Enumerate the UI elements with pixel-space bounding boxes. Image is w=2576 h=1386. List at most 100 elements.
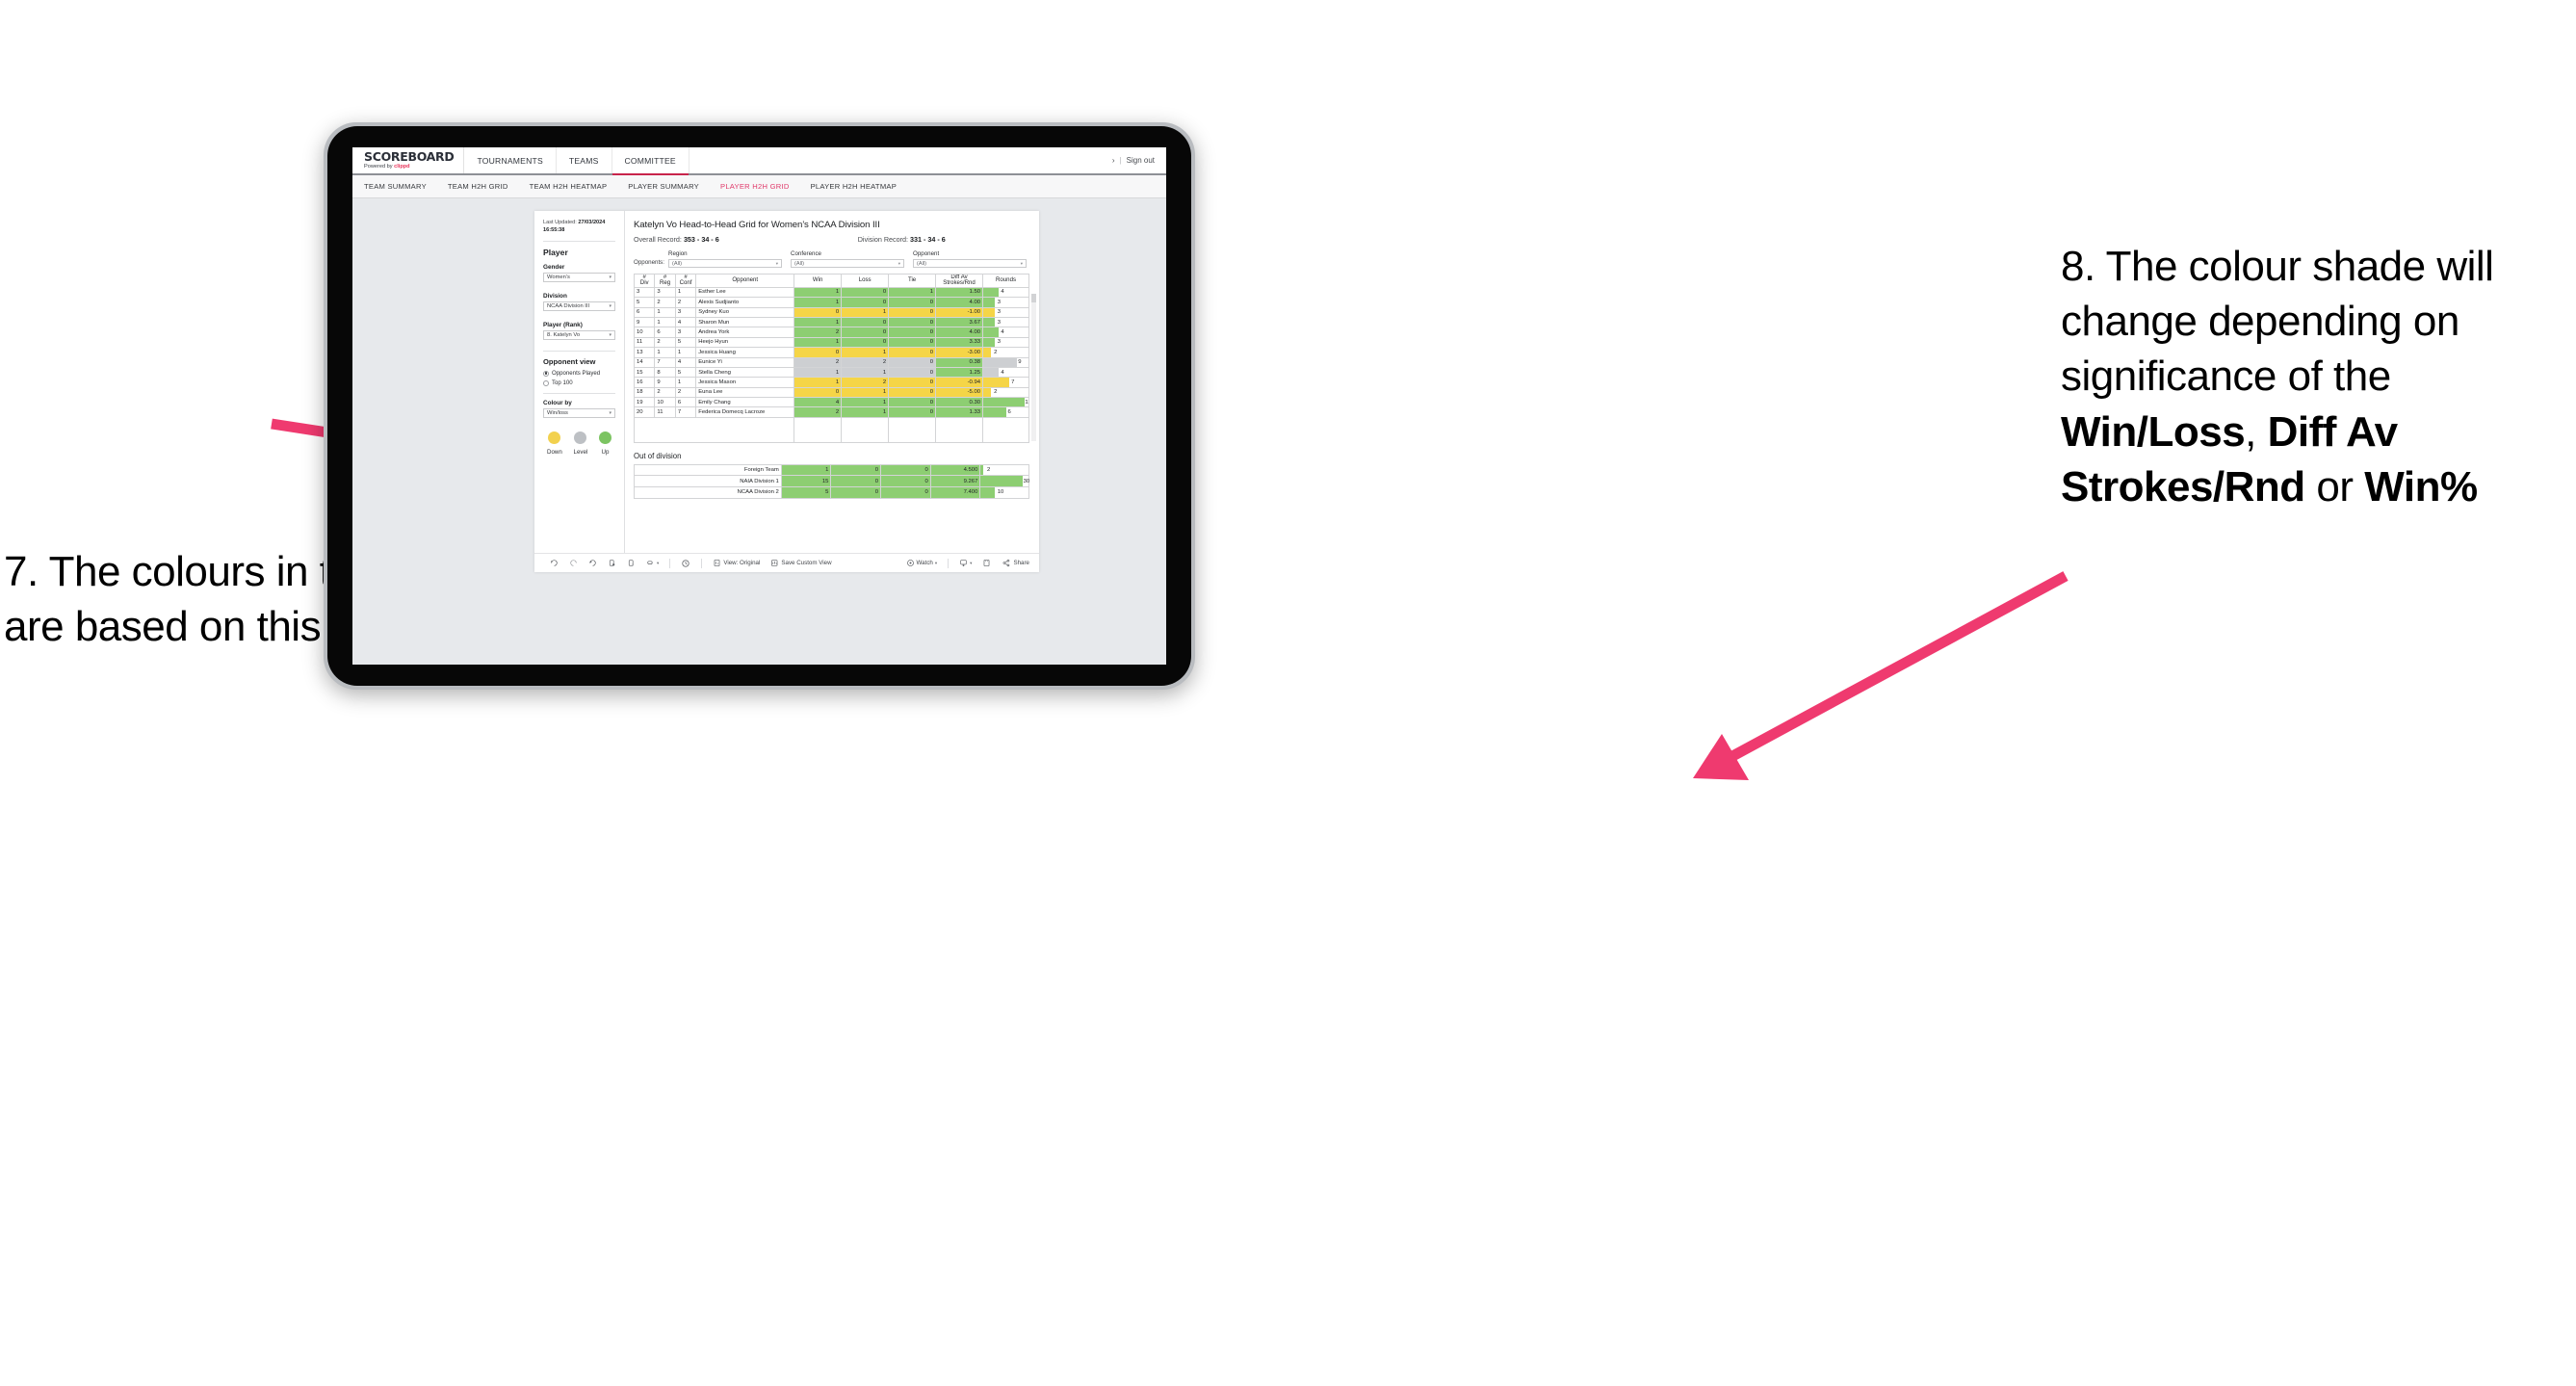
rounds-bar-cell[interactable]: 2 — [982, 386, 1029, 399]
out-of-division-cell[interactable]: 0 — [880, 463, 931, 477]
subnav-item-player-h2h-grid[interactable]: PLAYER H2H GRID — [720, 182, 790, 191]
table-cell[interactable]: 5 — [633, 297, 656, 308]
table-cell[interactable]: 1 — [841, 386, 890, 399]
view-original-button[interactable]: View: Original — [713, 559, 760, 567]
table-cell[interactable]: 1 — [888, 286, 937, 299]
out-of-division-rounds-cell[interactable]: 2 — [979, 463, 1029, 477]
table-cell[interactable]: 1.33 — [935, 406, 984, 418]
nav-item-tournaments[interactable]: TOURNAMENTS — [464, 147, 557, 173]
download-button[interactable]: ▾ — [959, 559, 972, 567]
table-row[interactable]: 5 2 2 Alexis Sudjianto 1 0 0 4.00 3 — [633, 297, 1029, 308]
table-cell[interactable]: 0 — [841, 336, 890, 349]
table-cell[interactable]: Euna Lee — [695, 386, 795, 399]
rounds-bar-cell[interactable]: 3 — [982, 316, 1029, 328]
table-cell[interactable]: 10 — [654, 397, 676, 408]
table-row[interactable]: 15 8 5 Stella Cheng 1 1 0 1.25 4 — [633, 366, 1029, 379]
out-of-division-cell[interactable]: 0 — [830, 463, 882, 477]
table-cell[interactable]: 3 — [633, 286, 656, 299]
column-header[interactable]: Rounds — [982, 274, 1029, 288]
table-row[interactable]: 20 11 7 Federica Domecq Lacroze 2 1 0 1.33 6 — [633, 406, 1029, 418]
column-header[interactable]: Opponent — [695, 274, 795, 288]
table-cell[interactable]: Emily Chang — [695, 397, 795, 408]
pause-button[interactable] — [627, 559, 636, 567]
table-cell[interactable]: Alexis Sudjianto — [695, 297, 795, 308]
table-cell[interactable]: 1 — [794, 336, 843, 349]
out-of-division-cell[interactable]: 0 — [830, 475, 882, 488]
table-cell[interactable]: 0 — [888, 386, 937, 399]
table-cell[interactable]: 1 — [841, 306, 890, 318]
table-cell[interactable]: 0 — [841, 327, 890, 338]
column-header[interactable]: # Div — [633, 274, 656, 288]
table-cell[interactable]: 1 — [841, 347, 890, 358]
table-cell[interactable]: 5 — [674, 336, 697, 349]
table-cell[interactable]: Andrea York — [695, 327, 795, 338]
table-cell[interactable]: 4.00 — [935, 327, 984, 338]
table-cell[interactable]: 2 — [841, 377, 890, 388]
share-button[interactable]: Share — [1002, 559, 1029, 567]
out-of-division-cell[interactable]: 15 — [780, 475, 832, 488]
table-cell[interactable]: -3.00 — [935, 347, 984, 358]
table-cell[interactable]: 2 — [841, 356, 890, 368]
table-cell[interactable]: 1 — [674, 347, 697, 358]
table-cell[interactable]: 3.33 — [935, 336, 984, 349]
radio-option-opponents-played[interactable]: Opponents Played — [543, 370, 615, 377]
rounds-bar-cell[interactable]: 9 — [982, 356, 1029, 368]
table-scrollbar-thumb[interactable] — [1031, 294, 1036, 302]
table-cell[interactable]: 2 — [674, 297, 697, 308]
table-cell[interactable]: 0 — [888, 366, 937, 379]
rounds-bar-cell[interactable]: 3 — [982, 297, 1029, 308]
subnav-item-team-summary[interactable]: TEAM SUMMARY — [364, 182, 427, 191]
redo-button[interactable] — [569, 559, 578, 567]
table-cell[interactable]: -1.00 — [935, 306, 984, 318]
table-cell[interactable]: 2 — [654, 336, 676, 349]
column-header[interactable]: Tie — [888, 274, 937, 288]
table-cell[interactable]: 0 — [841, 286, 890, 299]
column-header[interactable]: Loss — [841, 274, 890, 288]
table-cell[interactable]: Sharon Mun — [695, 316, 795, 328]
table-cell[interactable]: 0.30 — [935, 397, 984, 408]
table-cell[interactable]: 18 — [633, 386, 656, 399]
table-cell[interactable]: Jessica Huang — [695, 347, 795, 358]
table-cell[interactable]: 0 — [888, 306, 937, 318]
table-cell[interactable]: 4 — [674, 316, 697, 328]
out-of-division-cell[interactable]: 0 — [830, 486, 882, 499]
table-cell[interactable]: 0 — [794, 347, 843, 358]
column-header[interactable]: Win — [794, 274, 843, 288]
table-cell[interactable]: 0 — [888, 377, 937, 388]
rounds-bar-cell[interactable]: 4 — [982, 366, 1029, 379]
subnav-item-team-h2h-grid[interactable]: TEAM H2H GRID — [448, 182, 508, 191]
table-cell[interactable]: 1 — [841, 397, 890, 408]
table-cell[interactable]: 1 — [794, 366, 843, 379]
table-cell[interactable]: Heejo Hyun — [695, 336, 795, 349]
out-of-division-cell[interactable]: 7.400 — [929, 486, 981, 499]
table-cell[interactable]: 14 — [633, 356, 656, 368]
chevron-right-icon[interactable]: › — [1112, 156, 1115, 165]
column-header[interactable]: # Reg — [654, 274, 676, 288]
table-cell[interactable]: 2 — [654, 386, 676, 399]
out-of-division-cell[interactable]: 5 — [780, 486, 832, 499]
table-cell[interactable]: 9 — [633, 316, 656, 328]
app-logo[interactable]: SCOREBOARD Powered by clippd — [352, 147, 465, 173]
nav-item-teams[interactable]: TEAMS — [557, 147, 612, 173]
table-cell[interactable]: 1 — [794, 286, 843, 299]
table-cell[interactable]: 4 — [674, 356, 697, 368]
table-cell[interactable]: 11 — [654, 406, 676, 418]
table-cell[interactable]: 1 — [654, 347, 676, 358]
save-custom-view-button[interactable]: Save Custom View — [770, 559, 832, 567]
table-cell[interactable]: 1.50 — [935, 286, 984, 299]
gender-select[interactable]: Women’s ▾ — [543, 273, 615, 283]
table-cell[interactable]: 2 — [794, 356, 843, 368]
table-cell[interactable]: 1 — [794, 377, 843, 388]
radio-option-top-100[interactable]: Top 100 — [543, 379, 615, 386]
table-row[interactable]: 6 1 3 Sydney Kuo 0 1 0 -1.00 3 — [633, 306, 1029, 318]
out-of-division-row[interactable]: Foreign Team 1 0 0 4.500 2 — [634, 463, 1029, 477]
nav-item-committee[interactable]: COMMITTEE — [611, 147, 690, 175]
table-cell[interactable]: Stella Cheng — [695, 366, 795, 379]
table-cell[interactable]: 3 — [654, 286, 676, 299]
rounds-bar-cell[interactable]: 6 — [982, 406, 1029, 418]
player-rank-select[interactable]: 8. Katelyn Vo ▾ — [543, 330, 615, 341]
out-of-division-cell[interactable]: 0 — [880, 475, 931, 488]
column-header[interactable]: # Conf — [674, 274, 697, 288]
table-cell[interactable]: 11 — [633, 336, 656, 349]
table-cell[interactable]: 19 — [633, 397, 656, 408]
